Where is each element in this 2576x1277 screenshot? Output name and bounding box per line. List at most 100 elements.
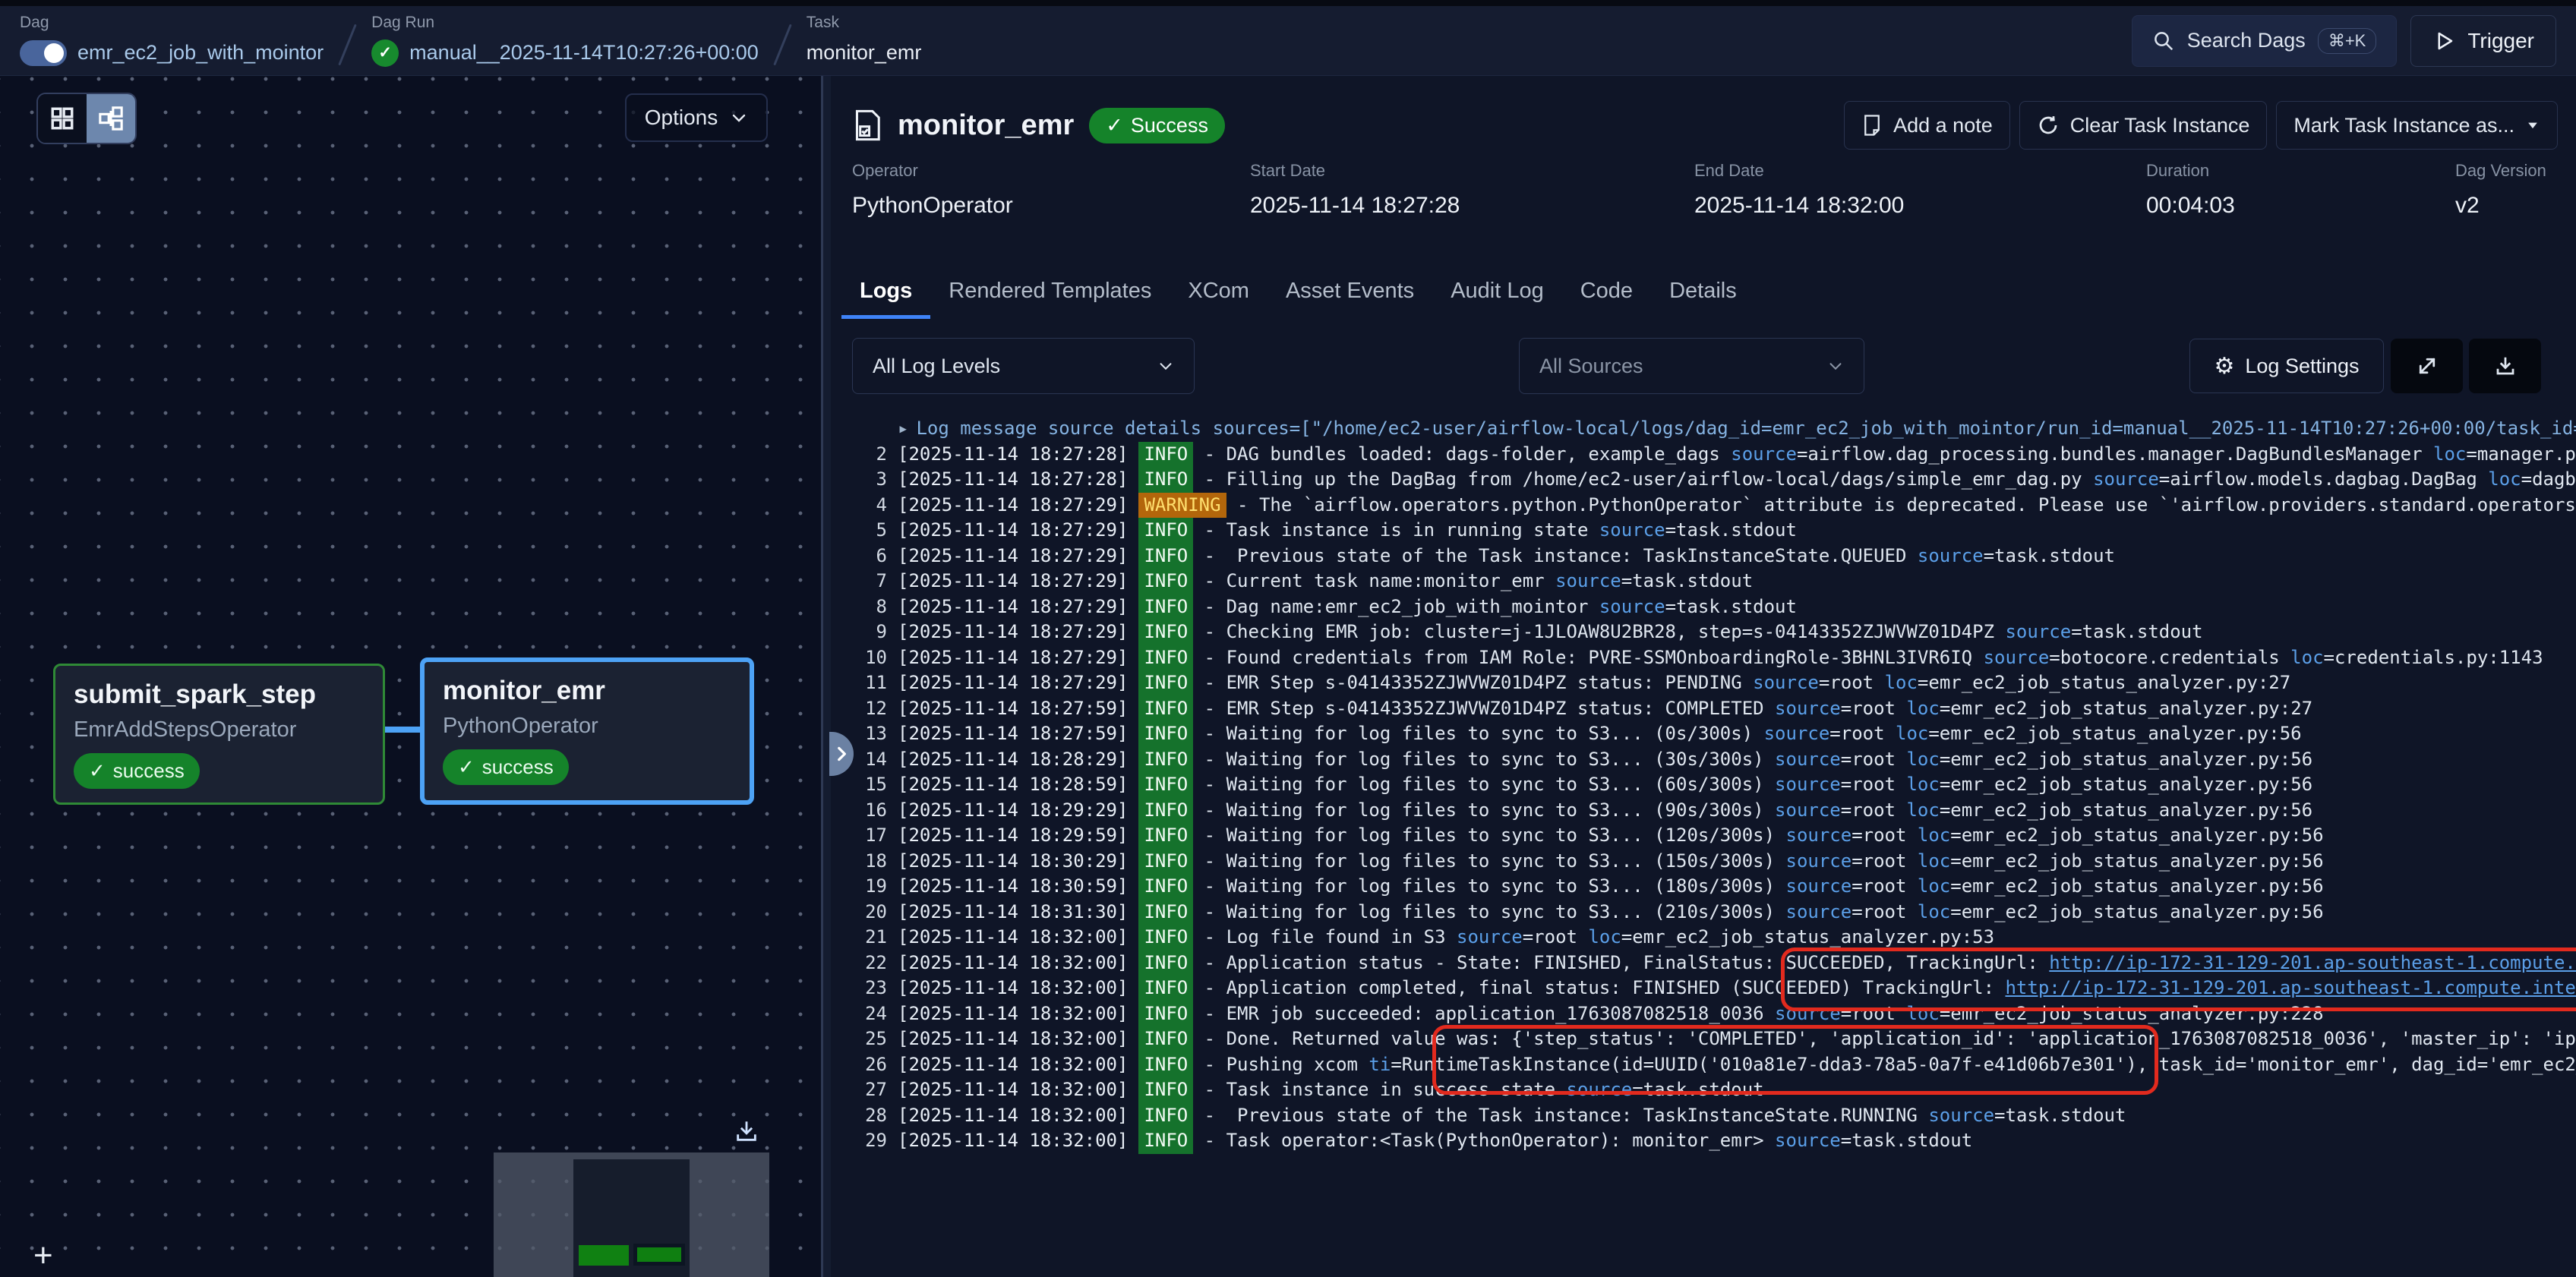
- log-line-number[interactable]: 27: [852, 1077, 887, 1103]
- log-link[interactable]: http://ip-172-31-129-201.ap-southeast-1.…: [2049, 951, 2576, 976]
- log-line-number[interactable]: 6: [852, 544, 887, 569]
- log-timestamp: [2025-11-14 18:27:29]: [898, 620, 1128, 645]
- log-header-line[interactable]: ▸Log message source details sources=["/h…: [852, 416, 2576, 442]
- tab-asset-events[interactable]: Asset Events: [1267, 263, 1432, 319]
- log-source-select[interactable]: All Sources: [1519, 338, 1864, 394]
- trigger-button[interactable]: Trigger: [2410, 15, 2556, 67]
- log-line-number[interactable]: 5: [852, 518, 887, 544]
- breadcrumb-separator: [338, 24, 357, 65]
- log-line-number[interactable]: 18: [852, 849, 887, 875]
- log-key: source: [1786, 849, 1852, 875]
- note-icon: [1861, 114, 1883, 137]
- log-text: =root: [1841, 747, 1907, 773]
- log-key: loc: [1896, 721, 1928, 747]
- log-line: 27[2025-11-14 18:32:00]INFO - Task insta…: [852, 1077, 2576, 1103]
- log-level-select[interactable]: All Log Levels: [852, 338, 1195, 394]
- dag-name-link[interactable]: emr_ec2_job_with_mointor: [77, 41, 324, 65]
- log-line-number[interactable]: 14: [852, 747, 887, 773]
- log-key: loc: [1906, 772, 1939, 798]
- check-icon: ✓: [1106, 114, 1123, 137]
- log-level-badge: INFO: [1138, 721, 1193, 747]
- log-line-number[interactable]: 20: [852, 900, 887, 925]
- log-level-badge: INFO: [1138, 442, 1193, 468]
- log-line-number[interactable]: 15: [852, 772, 887, 798]
- graph-minimap[interactable]: [494, 1152, 769, 1277]
- tab-logs[interactable]: Logs: [841, 263, 930, 319]
- log-line-number[interactable]: 25: [852, 1026, 887, 1052]
- log-line-number[interactable]: 9: [852, 620, 887, 645]
- log-text: - Waiting for log files to sync to S3...…: [1193, 874, 1785, 900]
- log-text: - EMR Step s-04143352ZJWVWZ01D4PZ status…: [1193, 696, 1775, 722]
- tab-audit-log[interactable]: Audit Log: [1432, 263, 1562, 319]
- log-line-number[interactable]: 4: [852, 493, 887, 519]
- add-note-button[interactable]: Add a note: [1844, 101, 2010, 150]
- log-line-number[interactable]: 17: [852, 823, 887, 849]
- log-level-badge: INFO: [1138, 569, 1193, 594]
- dag-pause-toggle[interactable]: [20, 40, 67, 66]
- tab-xcom[interactable]: XCom: [1170, 263, 1267, 319]
- log-line-number[interactable]: 11: [852, 670, 887, 696]
- log-text: =task.stdout: [1632, 1077, 1763, 1103]
- minimap-node: [579, 1245, 629, 1266]
- log-line-number[interactable]: 22: [852, 951, 887, 976]
- panel-divider[interactable]: [821, 76, 831, 1277]
- log-level-badge: INFO: [1138, 925, 1193, 951]
- log-link[interactable]: http://ip-172-31-129-201.ap-southeast-1.…: [2005, 976, 2576, 1001]
- log-line-number[interactable]: 23: [852, 976, 887, 1001]
- log-line-number[interactable]: 12: [852, 696, 887, 722]
- log-line-number[interactable]: 10: [852, 645, 887, 671]
- log-line: 15[2025-11-14 18:28:59]INFO - Waiting fo…: [852, 772, 2576, 798]
- task-meta-row: OperatorPythonOperator Start Date2025-11…: [831, 161, 2576, 237]
- log-key: source: [1599, 518, 1665, 544]
- log-line-number[interactable]: 16: [852, 798, 887, 824]
- log-text: =RuntimeTaskInstance(id=UUID('010a81e7-d…: [1391, 1052, 2576, 1078]
- log-text: - Waiting for log files to sync to S3...…: [1193, 849, 1785, 875]
- tab-code[interactable]: Code: [1562, 263, 1651, 319]
- log-line-number[interactable]: 26: [852, 1052, 887, 1078]
- log-line-number[interactable]: 19: [852, 874, 887, 900]
- minimap-node-selected: [633, 1244, 685, 1266]
- dagrun-link[interactable]: manual__2025-11-14T10:27:26+00:00: [409, 41, 759, 65]
- chevron-down-icon: [1157, 358, 1174, 374]
- log-line-number[interactable]: 13: [852, 721, 887, 747]
- task-detail-panel: monitor_emr ✓Success Add a note Clear Ta…: [831, 76, 2576, 1277]
- fullscreen-button[interactable]: [2391, 339, 2463, 393]
- graph-node-monitor-emr[interactable]: monitor_emr PythonOperator ✓success: [420, 657, 754, 805]
- log-key: loc: [1885, 670, 1918, 696]
- log-text: - Application status - State: FINISHED, …: [1193, 951, 2049, 976]
- log-line-number[interactable]: 8: [852, 594, 887, 620]
- task-label: Task: [807, 14, 922, 32]
- options-button[interactable]: Options: [625, 93, 768, 142]
- graph-view-button[interactable]: [87, 94, 135, 143]
- log-settings-button[interactable]: ⚙ Log Settings: [2189, 339, 2384, 393]
- log-text: - Waiting for log files to sync to S3...…: [1193, 721, 1763, 747]
- log-line: 22[2025-11-14 18:32:00]INFO - Applicatio…: [852, 951, 2576, 976]
- grid-view-button[interactable]: [38, 94, 87, 143]
- collapse-arrow-icon[interactable]: ▸: [898, 416, 908, 442]
- log-line: 7[2025-11-14 18:27:29]INFO - Current tas…: [852, 569, 2576, 594]
- log-level-badge: INFO: [1138, 772, 1193, 798]
- log-line: 28[2025-11-14 18:32:00]INFO - Previous s…: [852, 1103, 2576, 1129]
- graph-node-submit-spark-step[interactable]: submit_spark_step EmrAddStepsOperator ✓s…: [53, 664, 385, 805]
- graph-download-button[interactable]: [734, 1118, 761, 1145]
- log-text: - Application completed, final status: F…: [1193, 976, 2005, 1001]
- log-text: =root: [1841, 798, 1907, 824]
- log-line-number[interactable]: 28: [852, 1103, 887, 1129]
- log-line-number[interactable]: 21: [852, 925, 887, 951]
- log-line-number[interactable]: 24: [852, 1001, 887, 1027]
- tab-details[interactable]: Details: [1651, 263, 1755, 319]
- download-icon: [734, 1118, 761, 1144]
- search-dags-button[interactable]: Search Dags ⌘+K: [2132, 15, 2398, 67]
- mark-task-instance-as-button[interactable]: Mark Task Instance as...: [2276, 101, 2558, 150]
- download-log-button[interactable]: [2469, 339, 2541, 393]
- log-line-number[interactable]: 2: [852, 442, 887, 468]
- log-line-number[interactable]: 29: [852, 1128, 887, 1154]
- log-text: - Waiting for log files to sync to S3...…: [1193, 747, 1775, 773]
- clear-task-instance-button[interactable]: Clear Task Instance: [2019, 101, 2268, 150]
- tab-rendered-templates[interactable]: Rendered Templates: [930, 263, 1170, 319]
- log-line-number[interactable]: 3: [852, 467, 887, 493]
- zoom-in-button[interactable]: +: [33, 1239, 53, 1272]
- log-text: =credentials.py:1143: [2324, 645, 2543, 671]
- log-line-number[interactable]: 7: [852, 569, 887, 594]
- log-text: - Waiting for log files to sync to S3...…: [1193, 772, 1775, 798]
